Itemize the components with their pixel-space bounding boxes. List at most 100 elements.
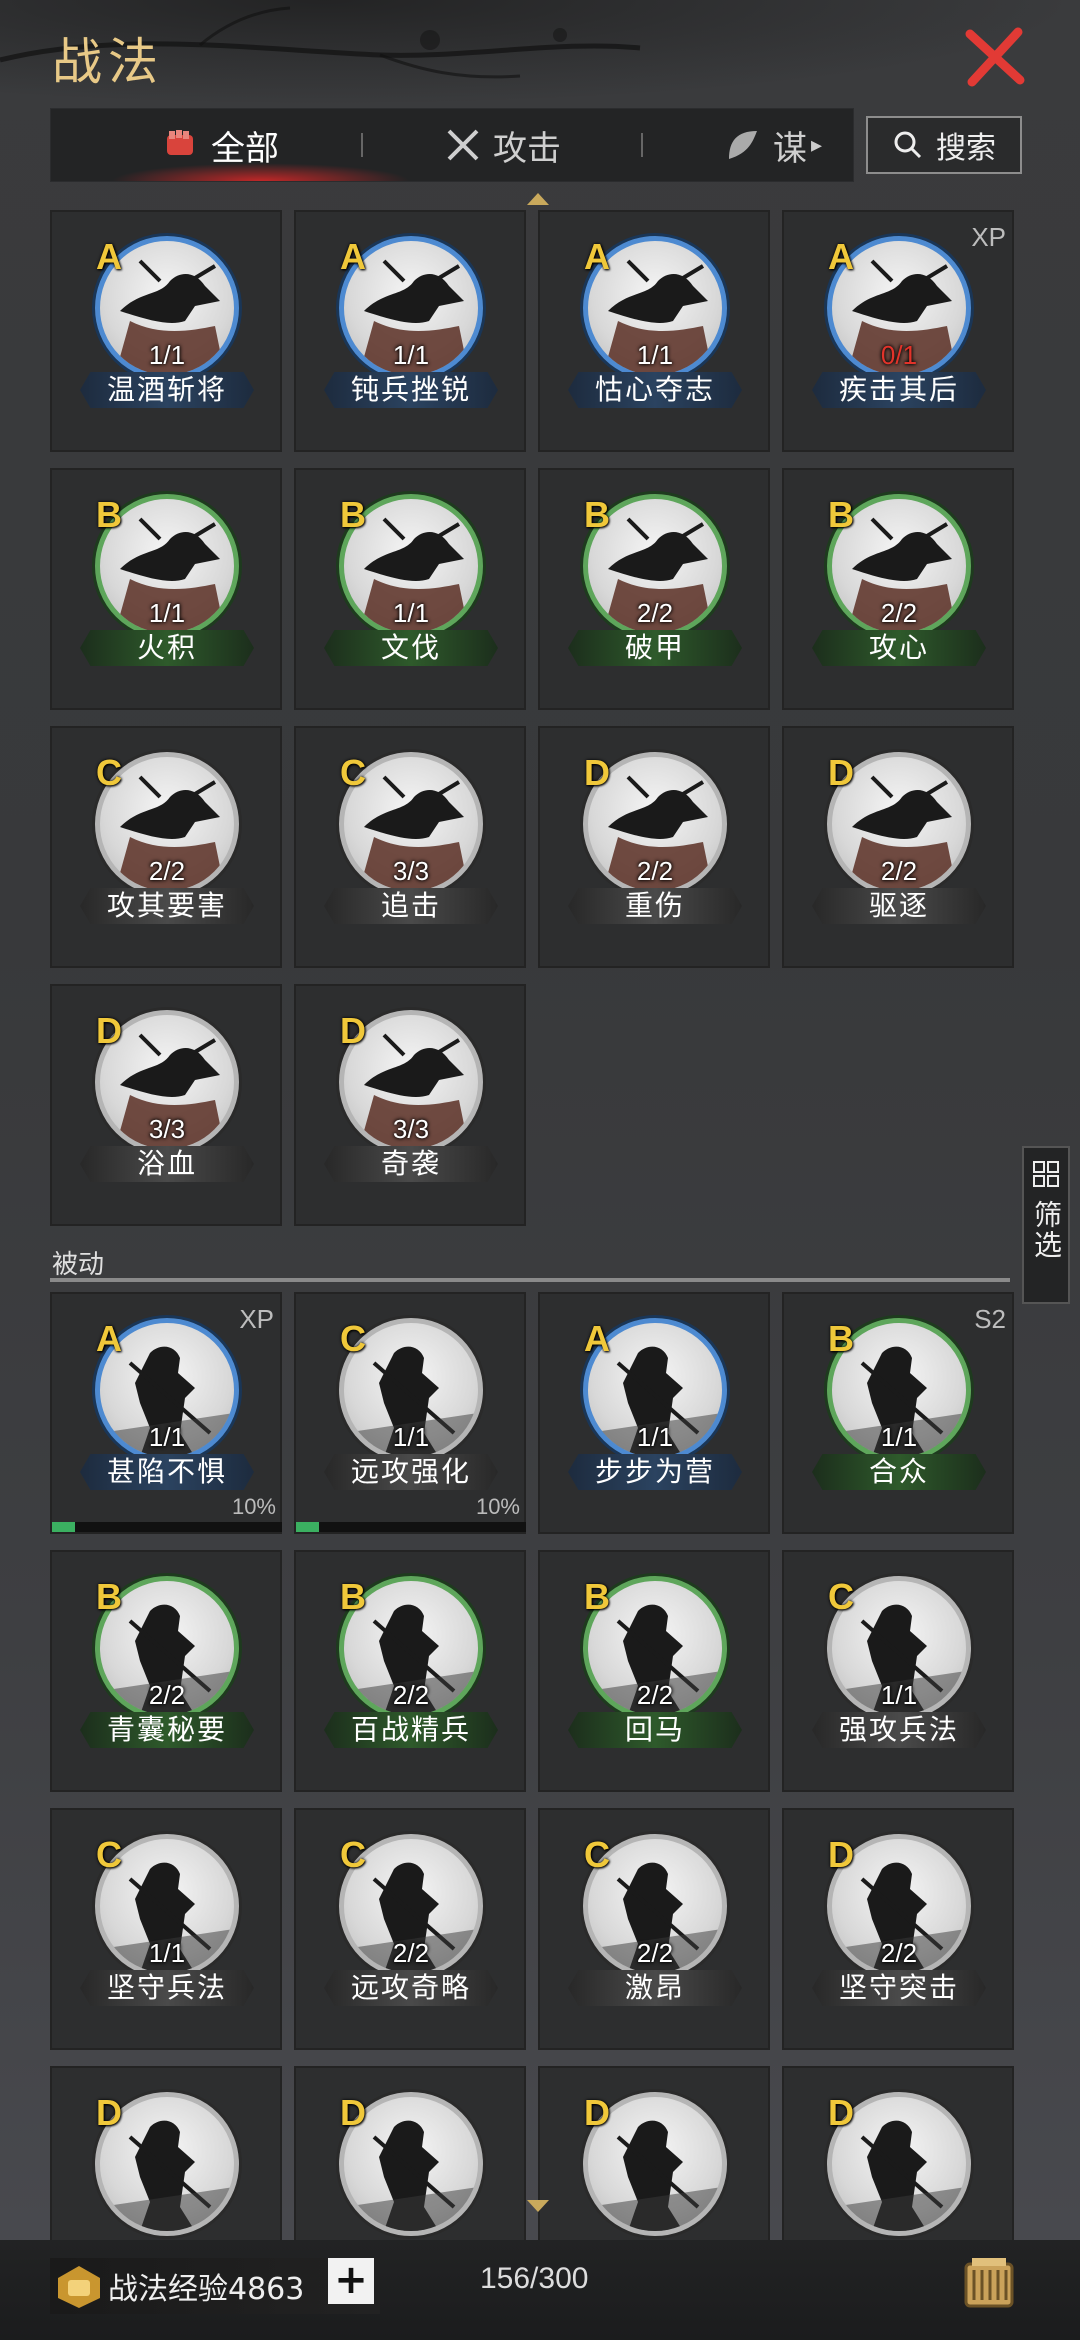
skill-card[interactable]: D 2/2 重伤 bbox=[538, 726, 770, 968]
skill-grade: C bbox=[340, 1318, 366, 1359]
skill-name: 攻其要害 bbox=[80, 888, 254, 924]
skill-card[interactable]: C 2/2 攻其要害 bbox=[50, 726, 282, 968]
skill-count: 1/1 bbox=[392, 1422, 430, 1452]
skill-card[interactable]: D 2/2 坚守突击 bbox=[782, 1808, 1014, 2050]
scroll-up-indicator-icon bbox=[527, 193, 549, 205]
scroll-down-indicator-icon bbox=[527, 2200, 549, 2212]
skill-name: 合众 bbox=[812, 1454, 986, 1490]
skill-count: 2/2 bbox=[880, 598, 918, 628]
skill-count: 2/2 bbox=[392, 1680, 430, 1710]
skill-card[interactable]: A XP 0/1 疾击其后 bbox=[782, 210, 1014, 452]
skill-card[interactable]: A 1/1 怙心夺志 bbox=[538, 210, 770, 452]
filter-label: 筛选 bbox=[1030, 1200, 1063, 1260]
skill-tag: XP bbox=[239, 1304, 274, 1334]
skill-name: 步步为营 bbox=[568, 1454, 742, 1490]
skill-grade: D bbox=[340, 2092, 366, 2133]
skill-count: 1/1 bbox=[636, 1422, 674, 1452]
skill-grade: B bbox=[96, 494, 122, 535]
skill-card[interactable]: B 2/2 攻心 bbox=[782, 468, 1014, 710]
skill-count: 2/2 bbox=[880, 1938, 918, 1968]
skill-grade: B bbox=[828, 494, 854, 535]
skill-count: 1/1 bbox=[148, 1422, 186, 1452]
tab-attack-label: 攻击 bbox=[493, 128, 561, 169]
skill-grade: C bbox=[340, 752, 366, 793]
skill-card[interactable]: B S2 1/1 合众 bbox=[782, 1292, 1014, 1534]
skill-name: 坚守兵法 bbox=[80, 1970, 254, 2006]
storage-box-icon[interactable] bbox=[958, 2252, 1020, 2314]
page-title: 战法 bbox=[52, 33, 164, 91]
skill-name: 远攻强化 bbox=[324, 1454, 498, 1490]
add-exp-button[interactable]: + bbox=[328, 2258, 374, 2304]
skill-grade: C bbox=[828, 1576, 854, 1617]
skill-card[interactable]: C 2/2 远攻奇略 bbox=[294, 1808, 526, 2050]
skill-card[interactable]: A 1/1 步步为营 bbox=[538, 1292, 770, 1534]
skill-card[interactable]: C 2/2 激昂 bbox=[538, 1808, 770, 2050]
skill-count: 0/1 bbox=[880, 340, 918, 370]
skill-progress-label: 10% bbox=[231, 1494, 276, 1519]
skill-name: 驱逐 bbox=[812, 888, 986, 924]
skill-grade: C bbox=[340, 1834, 366, 1875]
tab-strategy[interactable]: 谋 ▸ bbox=[723, 109, 822, 181]
skill-grade: D bbox=[584, 2092, 610, 2133]
search-button[interactable]: 搜索 bbox=[866, 116, 1022, 174]
skill-card[interactable]: B 1/1 文伐 bbox=[294, 468, 526, 710]
skill-progress-label: 10% bbox=[475, 1494, 520, 1519]
skill-name: 文伐 bbox=[324, 630, 498, 666]
skill-count: 3/3 bbox=[148, 1114, 186, 1144]
skill-progress-fill bbox=[296, 1522, 319, 1532]
skill-count: 2/2 bbox=[636, 856, 674, 886]
skill-count: 2/2 bbox=[148, 1680, 186, 1710]
skill-count: 2/2 bbox=[636, 1938, 674, 1968]
section-label-passive: 被动 bbox=[52, 1250, 105, 1280]
skill-count: 2/2 bbox=[636, 1680, 674, 1710]
skill-card[interactable]: A 1/1 温酒斩将 bbox=[50, 210, 282, 452]
skill-card[interactable]: B 2/2 青囊秘要 bbox=[50, 1550, 282, 1792]
search-icon bbox=[894, 131, 922, 159]
tab-divider bbox=[361, 133, 363, 157]
skill-name: 激昂 bbox=[568, 1970, 742, 2006]
tab-all[interactable]: 全部 bbox=[161, 109, 279, 181]
skill-name: 强攻兵法 bbox=[812, 1712, 986, 1748]
skill-card[interactable]: B 2/2 回马 bbox=[538, 1550, 770, 1792]
skill-count: 2/2 bbox=[392, 1938, 430, 1968]
skill-card[interactable]: D 3/3 奇袭 bbox=[294, 984, 526, 1226]
skill-grade: D bbox=[96, 1010, 122, 1051]
skill-card[interactable]: D 2/2 驱逐 bbox=[782, 726, 1014, 968]
tab-all-label: 全部 bbox=[211, 128, 279, 169]
skill-count: 1/1 bbox=[148, 340, 186, 370]
filter-button[interactable]: 筛选 bbox=[1022, 1146, 1070, 1304]
skill-name: 远攻奇略 bbox=[324, 1970, 498, 2006]
tab-scroll-right-icon[interactable]: ▸ bbox=[811, 133, 822, 158]
skill-grade: D bbox=[828, 752, 854, 793]
skill-card[interactable]: C 1/1 强攻兵法 bbox=[782, 1550, 1014, 1792]
skill-name: 火积 bbox=[80, 630, 254, 666]
skill-card[interactable]: C 1/1 坚守兵法 bbox=[50, 1808, 282, 2050]
skill-grade: A bbox=[584, 236, 610, 277]
skill-card[interactable]: A XP 1/1 甚陷不惧 10% bbox=[50, 1292, 282, 1534]
skill-name: 破甲 bbox=[568, 630, 742, 666]
skill-name: 钝兵挫锐 bbox=[324, 372, 498, 408]
skill-name: 怙心夺志 bbox=[568, 372, 742, 408]
skill-grade: A bbox=[584, 1318, 610, 1359]
close-icon[interactable] bbox=[960, 22, 1032, 94]
skill-tag: XP bbox=[971, 222, 1006, 252]
tab-attack[interactable]: 攻击 bbox=[443, 109, 561, 181]
skill-card[interactable]: B 2/2 百战精兵 bbox=[294, 1550, 526, 1792]
skill-card[interactable]: A 1/1 钝兵挫锐 bbox=[294, 210, 526, 452]
skill-grade: C bbox=[96, 752, 122, 793]
skill-card[interactable]: B 2/2 破甲 bbox=[538, 468, 770, 710]
skill-grade: D bbox=[828, 1834, 854, 1875]
skill-count: 3/3 bbox=[392, 856, 430, 886]
skill-grade: A bbox=[96, 236, 122, 277]
skill-grade: A bbox=[828, 236, 854, 277]
skill-card[interactable]: B 1/1 火积 bbox=[50, 468, 282, 710]
skill-progress-bar bbox=[296, 1522, 526, 1532]
skill-count: 2/2 bbox=[636, 598, 674, 628]
skill-progress-bar bbox=[52, 1522, 282, 1532]
skill-card[interactable]: C 3/3 追击 bbox=[294, 726, 526, 968]
skill-card[interactable]: C 1/1 远攻强化 10% bbox=[294, 1292, 526, 1534]
skill-card[interactable]: D 3/3 浴血 bbox=[50, 984, 282, 1226]
skill-count: 1/1 bbox=[880, 1422, 918, 1452]
skill-grade: D bbox=[828, 2092, 854, 2133]
skill-name: 攻心 bbox=[812, 630, 986, 666]
